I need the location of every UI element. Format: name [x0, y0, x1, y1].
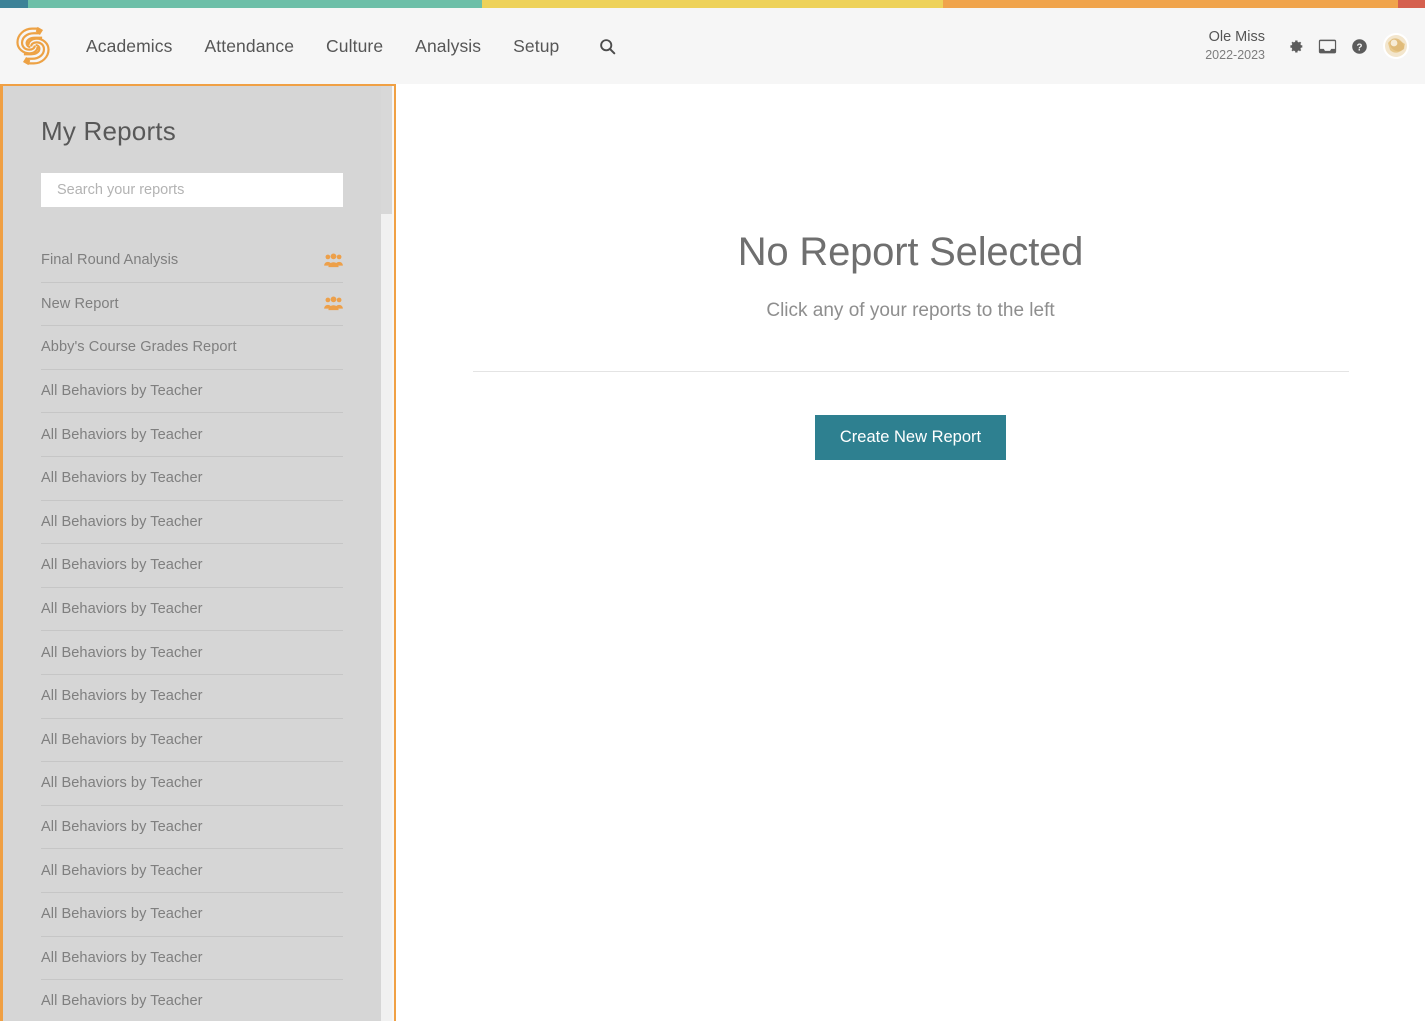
shared-users-icon[interactable]: [324, 253, 343, 268]
shared-users-icon-glyph: [324, 253, 343, 268]
report-item-label: All Behaviors by Teacher: [41, 688, 203, 704]
nav-search-button[interactable]: [575, 32, 630, 61]
nav-item-culture[interactable]: Culture: [310, 30, 399, 63]
segment-red: [1398, 0, 1425, 8]
nav-item-analysis[interactable]: Analysis: [399, 30, 497, 63]
report-item-label: All Behaviors by Teacher: [41, 775, 203, 791]
report-item-label: All Behaviors by Teacher: [41, 732, 203, 748]
search-icon: [599, 38, 616, 55]
shared-users-icon-glyph: [324, 296, 343, 311]
nav-item-attendance[interactable]: Attendance: [189, 30, 311, 63]
header-right-cluster: Ole Miss 2022-2023 ?: [1205, 8, 1409, 84]
sidebar-scrollbar-track[interactable]: [381, 86, 392, 1021]
avatar-image: [1383, 33, 1409, 59]
page-body: My Reports Final Round Analysis New Repor…: [0, 84, 1425, 1021]
report-list-item[interactable]: All Behaviors by Teacher: [41, 501, 343, 545]
report-list-item[interactable]: Abby's Course Grades Report: [41, 326, 343, 370]
app-header: AcademicsAttendanceCultureAnalysisSetup …: [0, 8, 1425, 84]
segment-orange: [943, 0, 1398, 8]
report-item-label: New Report: [41, 296, 119, 312]
svg-text:?: ?: [1356, 42, 1362, 53]
segment-teal-dark: [0, 0, 28, 8]
report-list-item[interactable]: All Behaviors by Teacher: [41, 457, 343, 501]
report-list-item[interactable]: All Behaviors by Teacher: [41, 544, 343, 588]
inbox-icon-glyph: [1318, 38, 1337, 55]
report-item-label: All Behaviors by Teacher: [41, 427, 203, 443]
report-item-label: All Behaviors by Teacher: [41, 557, 203, 573]
empty-state-subtitle: Click any of your reports to the left: [396, 300, 1425, 322]
schoolrunner-logo[interactable]: [12, 23, 54, 69]
nav-item-setup[interactable]: Setup: [497, 30, 575, 63]
empty-state: No Report Selected Click any of your rep…: [396, 230, 1425, 460]
segment-yellow: [482, 0, 943, 8]
report-item-label: All Behaviors by Teacher: [41, 514, 203, 530]
create-new-report-button[interactable]: Create New Report: [815, 415, 1006, 460]
report-list-item[interactable]: All Behaviors by Teacher: [41, 937, 343, 981]
search-input[interactable]: [41, 173, 343, 207]
help-icon-glyph: ?: [1351, 38, 1368, 55]
brand-color-strip: [0, 0, 1425, 8]
logo-glyph: [12, 23, 54, 69]
user-avatar[interactable]: [1383, 33, 1409, 59]
report-list-item[interactable]: All Behaviors by Teacher: [41, 849, 343, 893]
report-list-item[interactable]: All Behaviors by Teacher: [41, 719, 343, 763]
school-name: Ole Miss: [1205, 28, 1265, 46]
horizontal-divider: [473, 371, 1349, 372]
report-item-label: All Behaviors by Teacher: [41, 993, 203, 1009]
segment-green: [28, 0, 482, 8]
report-list-item[interactable]: All Behaviors by Teacher: [41, 588, 343, 632]
report-list-item[interactable]: New Report: [41, 283, 343, 327]
report-list-item[interactable]: All Behaviors by Teacher: [41, 806, 343, 850]
main-nav: AcademicsAttendanceCultureAnalysisSetup: [70, 30, 575, 63]
gear-icon[interactable]: [1279, 31, 1311, 61]
page-title: My Reports: [41, 116, 343, 147]
report-list-item[interactable]: All Behaviors by Teacher: [41, 980, 343, 1021]
report-item-label: All Behaviors by Teacher: [41, 819, 203, 835]
school-info: Ole Miss 2022-2023: [1205, 28, 1265, 64]
gear-icon-glyph: [1287, 38, 1304, 55]
nav-item-academics[interactable]: Academics: [70, 30, 189, 63]
main-content: No Report Selected Click any of your rep…: [396, 84, 1425, 1021]
report-list-item[interactable]: All Behaviors by Teacher: [41, 675, 343, 719]
reports-sidebar-panel: My Reports Final Round Analysis New Repor…: [0, 84, 396, 1021]
report-item-label: All Behaviors by Teacher: [41, 906, 203, 922]
report-item-label: All Behaviors by Teacher: [41, 863, 203, 879]
report-item-label: All Behaviors by Teacher: [41, 950, 203, 966]
report-list-item[interactable]: All Behaviors by Teacher: [41, 370, 343, 414]
report-list-item[interactable]: Final Round Analysis: [41, 239, 343, 283]
report-list-item[interactable]: All Behaviors by Teacher: [41, 893, 343, 937]
report-list-item[interactable]: All Behaviors by Teacher: [41, 413, 343, 457]
report-list-item[interactable]: All Behaviors by Teacher: [41, 631, 343, 675]
school-year: 2022-2023: [1205, 48, 1265, 64]
report-item-label: All Behaviors by Teacher: [41, 470, 203, 486]
report-item-label: Final Round Analysis: [41, 252, 178, 268]
report-item-label: All Behaviors by Teacher: [41, 645, 203, 661]
shared-users-icon[interactable]: [324, 296, 343, 311]
inbox-icon[interactable]: [1311, 31, 1343, 61]
empty-state-title: No Report Selected: [396, 230, 1425, 275]
report-item-label: All Behaviors by Teacher: [41, 383, 203, 399]
report-item-label: Abby's Course Grades Report: [41, 339, 237, 355]
report-list: Final Round Analysis New Report Abby's Cou…: [41, 239, 343, 1021]
report-item-label: All Behaviors by Teacher: [41, 601, 203, 617]
reports-sidebar: My Reports Final Round Analysis New Repor…: [3, 86, 381, 1021]
report-list-item[interactable]: All Behaviors by Teacher: [41, 762, 343, 806]
sidebar-scrollbar-thumb[interactable]: [381, 86, 392, 214]
help-icon[interactable]: ?: [1343, 31, 1375, 61]
